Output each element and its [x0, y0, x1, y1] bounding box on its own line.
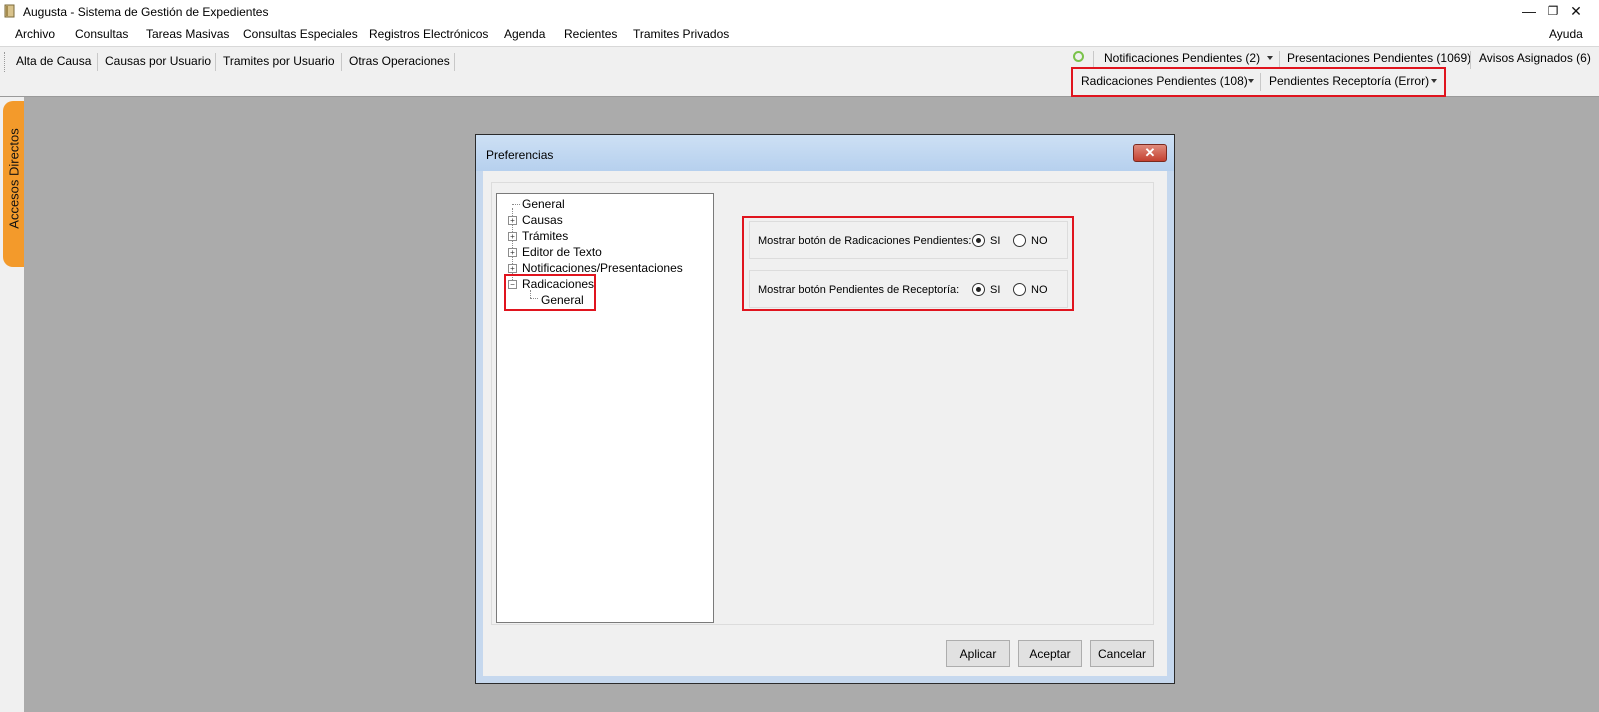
notif-separator — [1260, 73, 1261, 91]
alta-de-causa-button[interactable]: Alta de Causa — [16, 54, 91, 68]
dialog-close-button[interactable]: ✕ — [1133, 144, 1167, 162]
option-group-radicaciones: Mostrar botón de Radicaciones Pendientes… — [749, 221, 1068, 259]
menu-ayuda[interactable]: Ayuda — [1549, 27, 1583, 41]
option-group-receptoria: Mostrar botón Pendientes de Receptoría: … — [749, 270, 1068, 308]
toolbar-grip[interactable] — [4, 52, 7, 72]
menu-registros-electronicos[interactable]: Registros Electrónicos — [369, 27, 488, 41]
menu-agenda[interactable]: Agenda — [504, 27, 545, 41]
expand-icon[interactable]: + — [508, 264, 517, 273]
receptoria-si-label[interactable]: SI — [990, 284, 1000, 296]
menu-archivo[interactable]: Archivo — [15, 27, 55, 41]
radicaciones-si-radio[interactable] — [972, 234, 985, 247]
preferences-tree[interactable]: General + Causas + Trámites + Editor de … — [496, 193, 714, 623]
menu-bar: Archivo Consultas Tareas Masivas Consult… — [0, 23, 1599, 47]
book-icon — [4, 4, 15, 18]
avisos-asignados-button[interactable]: Avisos Asignados (6) — [1479, 51, 1591, 65]
option-label-receptoria: Mostrar botón Pendientes de Receptoría: — [758, 284, 960, 296]
notificaciones-pendientes-button[interactable]: Notificaciones Pendientes (2) — [1104, 51, 1260, 65]
option-label-radicaciones: Mostrar botón de Radicaciones Pendientes… — [758, 235, 972, 247]
expand-icon[interactable]: + — [508, 248, 517, 257]
toolbar-separator — [215, 53, 216, 71]
radicaciones-no-label[interactable]: NO — [1031, 235, 1048, 247]
receptoria-no-label[interactable]: NO — [1031, 284, 1048, 296]
refresh-icon[interactable] — [1073, 51, 1084, 62]
radicaciones-si-label[interactable]: SI — [990, 235, 1000, 247]
close-button[interactable]: ✕ — [1553, 0, 1599, 22]
menu-consultas-especiales[interactable]: Consultas Especiales — [243, 27, 358, 41]
receptoria-si-radio[interactable] — [972, 283, 985, 296]
accesos-directos-tab[interactable]: Accesos Directos — [3, 101, 24, 267]
accesos-directos-label: Accesos Directos — [6, 128, 22, 229]
accept-button[interactable]: Aceptar — [1018, 640, 1082, 667]
cancel-button[interactable]: Cancelar — [1090, 640, 1154, 667]
dialog-title: Preferencias — [486, 148, 554, 162]
pendientes-receptoria-button[interactable]: Pendientes Receptoría (Error) — [1269, 74, 1429, 88]
toolbar-separator — [97, 53, 98, 71]
receptoria-dropdown-icon[interactable] — [1431, 79, 1437, 83]
receptoria-no-radio[interactable] — [1013, 283, 1026, 296]
radicaciones-no-radio[interactable] — [1013, 234, 1026, 247]
otras-operaciones-button[interactable]: Otras Operaciones — [349, 54, 450, 68]
radicaciones-dropdown-icon[interactable] — [1248, 79, 1254, 83]
tree-line — [512, 204, 520, 205]
title-bar: Augusta - Sistema de Gestión de Expedien… — [0, 0, 1599, 23]
expand-icon[interactable]: + — [508, 232, 517, 241]
menu-recientes[interactable]: Recientes — [564, 27, 617, 41]
menu-tareas-masivas[interactable]: Tareas Masivas — [146, 27, 229, 41]
tree-item-tramites[interactable]: Trámites — [522, 229, 568, 243]
radicaciones-pendientes-button[interactable]: Radicaciones Pendientes (108) — [1081, 74, 1248, 88]
tree-item-causas[interactable]: Causas — [522, 213, 563, 227]
tree-item-editor-de-texto[interactable]: Editor de Texto — [522, 245, 602, 259]
toolbar-separator — [454, 53, 455, 71]
menu-consultas[interactable]: Consultas — [75, 27, 128, 41]
tramites-por-usuario-button[interactable]: Tramites por Usuario — [223, 54, 335, 68]
causas-por-usuario-button[interactable]: Causas por Usuario — [105, 54, 211, 68]
menu-tramites-privados[interactable]: Tramites Privados — [633, 27, 729, 41]
preferences-dialog: Preferencias ✕ General + Causas + Trámit… — [475, 134, 1175, 684]
tree-item-general[interactable]: General — [522, 197, 565, 211]
expand-icon[interactable]: + — [508, 216, 517, 225]
dialog-title-bar[interactable]: Preferencias ✕ — [476, 135, 1174, 171]
presentaciones-pendientes-button[interactable]: Presentaciones Pendientes (1069) — [1287, 51, 1471, 65]
notif-separator — [1470, 51, 1471, 69]
tree-item-notificaciones-presentaciones[interactable]: Notificaciones/Presentaciones — [522, 261, 683, 275]
window-title: Augusta - Sistema de Gestión de Expedien… — [23, 5, 269, 19]
notificaciones-dropdown-icon[interactable] — [1267, 56, 1273, 60]
highlight-box-tree — [504, 274, 596, 311]
apply-button[interactable]: Aplicar — [946, 640, 1010, 667]
toolbar-separator — [341, 53, 342, 71]
